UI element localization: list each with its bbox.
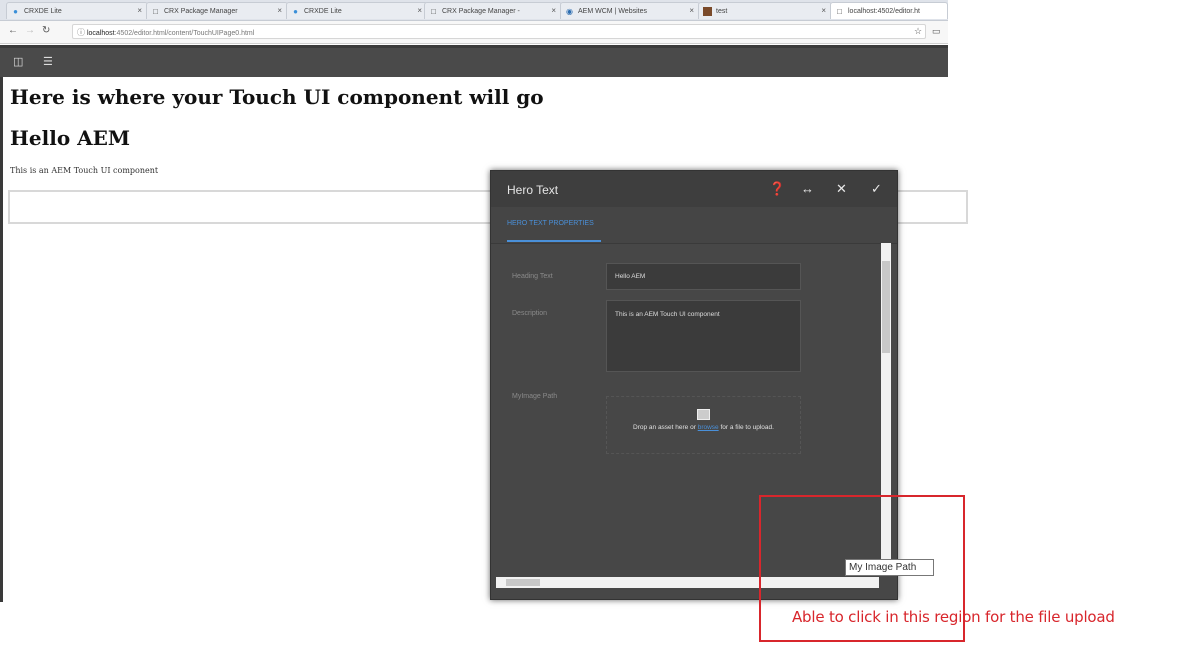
crxde-icon: ●	[293, 6, 298, 16]
dialog-title: Hero Text	[507, 183, 559, 197]
address-bar: ← → ↻ ⓘ localhost:4502/editor.html/conte…	[0, 21, 948, 44]
close-icon[interactable]: ×	[417, 6, 422, 15]
image-icon	[697, 409, 710, 420]
annotation-text: Able to click in this region for the fil…	[792, 608, 1115, 626]
aem-editor-toolbar: ◫ ☰	[0, 45, 948, 77]
back-icon[interactable]: ←	[8, 25, 18, 36]
url-path: :4502/editor.html/content/TouchUIPage0.h…	[114, 30, 255, 37]
reload-icon[interactable]: ↻	[42, 25, 50, 36]
info-icon[interactable]: ⓘ	[77, 28, 85, 37]
fullscreen-icon[interactable]: ↔	[801, 181, 814, 196]
close-icon[interactable]: ×	[821, 6, 826, 15]
close-icon[interactable]: ×	[689, 6, 694, 15]
tab-label: CRX Package Manager -	[442, 7, 520, 15]
page-icon: □	[431, 6, 436, 16]
tab-label: CRX Package Manager	[164, 7, 238, 15]
cast-icon[interactable]: ▭	[932, 26, 941, 37]
help-icon[interactable]: ❓	[769, 181, 785, 197]
aem-icon: ◉	[566, 6, 573, 16]
browser-tab[interactable]: test ×	[698, 2, 832, 19]
close-icon[interactable]: ✕	[836, 181, 847, 197]
done-check-icon[interactable]: ✓	[871, 181, 882, 197]
window-edge	[0, 77, 3, 602]
browser-tab[interactable]: ● CRXDE Lite ×	[6, 2, 148, 19]
side-panel-icon[interactable]: ◫	[13, 55, 23, 68]
description-field[interactable]: This is an AEM Touch UI component	[606, 300, 801, 372]
drop-text: Drop an asset here or	[633, 424, 698, 431]
page-heading: Here is where your Touch UI component wi…	[10, 85, 544, 109]
scrollbar-thumb[interactable]	[506, 579, 540, 586]
tab-label: CRXDE Lite	[304, 7, 342, 15]
browser-tab[interactable]: □ CRX Package Manager ×	[146, 2, 288, 19]
bookmark-star-icon[interactable]: ☆	[914, 26, 922, 37]
close-icon[interactable]: ×	[551, 6, 556, 15]
heading-text-label: Heading Text	[512, 273, 553, 280]
dialog-tab-bar: HERO TEXT PROPERTIES	[491, 207, 897, 244]
active-tab-indicator	[507, 240, 601, 242]
tab-label: CRXDE Lite	[24, 7, 62, 15]
browse-link[interactable]: browse	[698, 424, 719, 431]
page-icon: □	[837, 6, 842, 16]
dialog-header: Hero Text ❓ ↔ ✕ ✓	[491, 171, 897, 207]
component-description: This is an AEM Touch UI component	[10, 166, 159, 175]
close-icon[interactable]: ×	[137, 6, 142, 15]
browser-tab[interactable]: ◉ AEM WCM | Websites ×	[560, 2, 700, 19]
forward-icon[interactable]: →	[25, 25, 35, 36]
scrollbar-thumb[interactable]	[882, 261, 890, 353]
tab-hero-text-properties[interactable]: HERO TEXT PROPERTIES	[507, 220, 594, 227]
url-input[interactable]: ⓘ localhost:4502/editor.html/content/Tou…	[72, 24, 926, 39]
image-icon	[703, 6, 712, 16]
tab-label: localhost:4502/editor.ht	[848, 7, 920, 15]
crxde-icon: ●	[13, 6, 18, 16]
heading-text-field[interactable]: Hello AEM	[606, 263, 801, 290]
component-heading: Hello AEM	[10, 126, 131, 150]
browser-tab-bar: ● CRXDE Lite × □ CRX Package Manager × ●…	[0, 0, 948, 21]
tab-label: test	[716, 7, 728, 15]
tab-label: AEM WCM | Websites	[578, 7, 647, 15]
close-icon[interactable]: ×	[277, 6, 282, 15]
description-label: Description	[512, 310, 548, 317]
browser-tab[interactable]: □ CRX Package Manager - ×	[424, 2, 562, 19]
image-drop-zone[interactable]: Drop an asset here or browse for a file …	[606, 396, 801, 454]
browser-tab[interactable]: ● CRXDE Lite ×	[286, 2, 428, 19]
properties-icon[interactable]: ☰	[43, 55, 53, 68]
image-path-label: MyImage Path	[512, 393, 558, 400]
page-icon: □	[153, 6, 158, 16]
drop-text-end: for a file to upload.	[718, 424, 774, 431]
url-host: localhost	[86, 30, 115, 37]
browser-tab-active[interactable]: □ localhost:4502/editor.ht	[830, 2, 948, 19]
